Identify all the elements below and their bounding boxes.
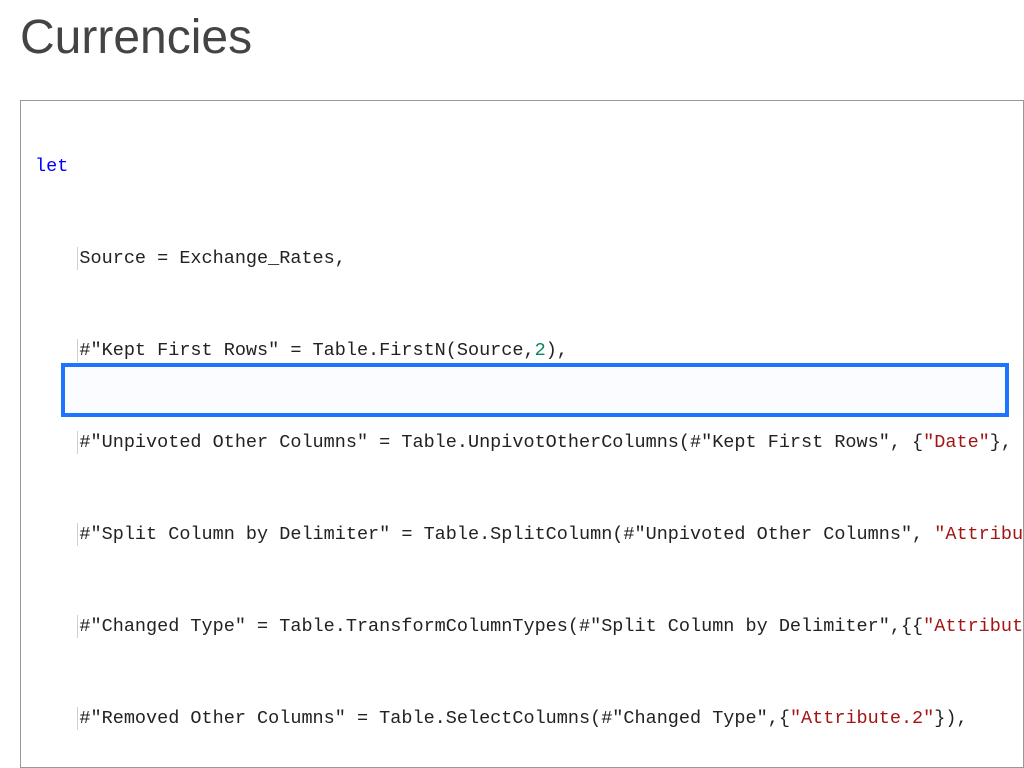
code-line: Source = Exchange_Rates, [35,248,346,269]
code-line: #"Changed Type" = Table.TransformColumnT… [35,616,923,637]
code-line: #"Split Column by Delimiter" = Table.Spl… [35,524,934,545]
code-editor[interactable]: let Source = Exchange_Rates, #"Kept Firs… [20,100,1024,768]
page-title: Currencies [20,10,1024,65]
code-line: #"Removed Other Columns" = Table.SelectC… [35,708,790,729]
keyword-let: let [35,156,68,177]
code-line: #"Kept First Rows" = Table.FirstN(Source… [35,340,535,361]
code-line: #"Unpivoted Other Columns" = Table.Unpiv… [35,432,923,453]
code-block[interactable]: let Source = Exchange_Rates, #"Kept Firs… [35,109,1023,768]
